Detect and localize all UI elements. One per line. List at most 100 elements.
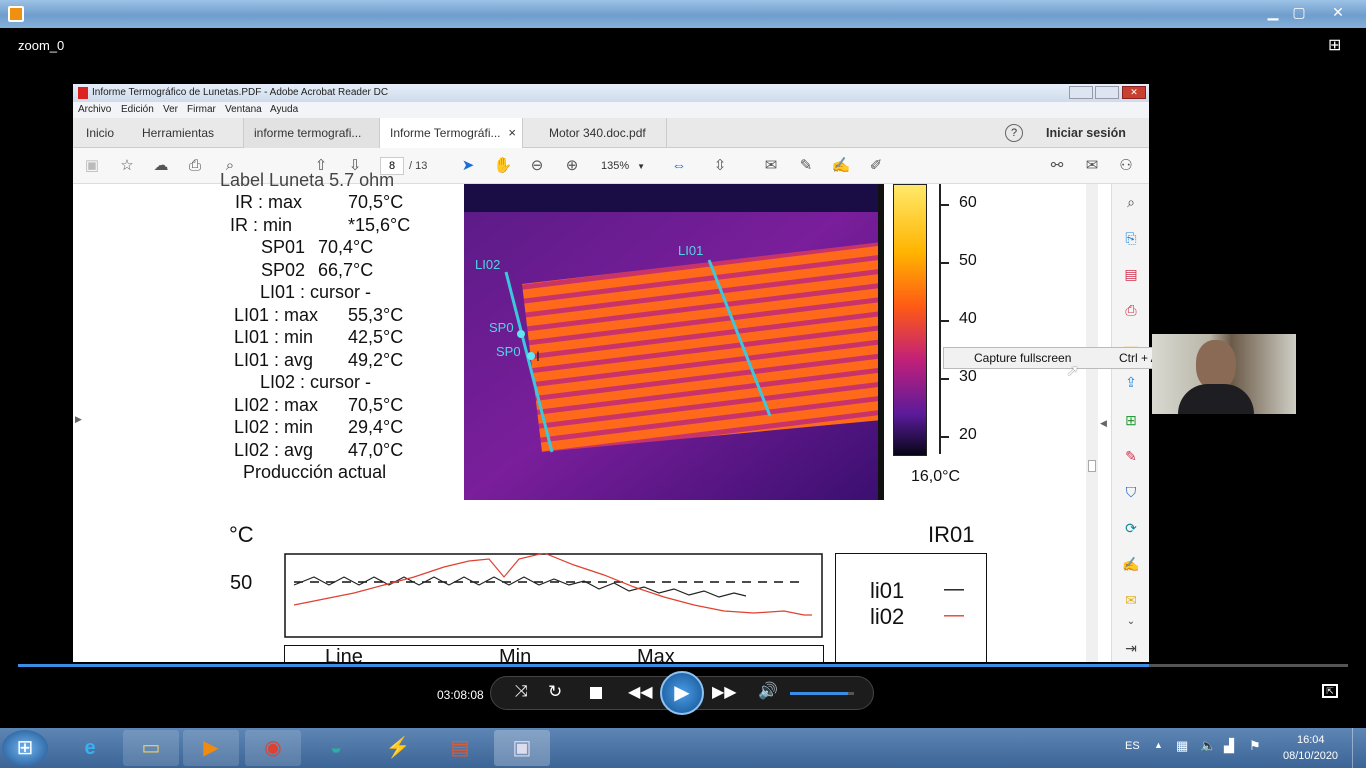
acrobat-window-title: Informe Termográfico de Lunetas.PDF - Ad…: [92, 87, 389, 98]
tray-flag-icon[interactable]: ⚑: [1249, 738, 1261, 754]
switch-to-library-icon[interactable]: ⇱: [1322, 684, 1338, 698]
measure-value: *15,6°C: [348, 214, 411, 235]
collapse-panel-icon[interactable]: ⇥: [1121, 638, 1141, 658]
measure-label: LI01 : cursor -: [260, 282, 372, 302]
tab-informe-1[interactable]: informe termografi...: [243, 118, 379, 148]
select-cursor-icon[interactable]: ➤: [458, 156, 478, 176]
vertical-scrollbar[interactable]: [1086, 184, 1098, 664]
taskbar-remote-desktop-icon[interactable]: ▣: [494, 730, 550, 766]
language-indicator[interactable]: ES: [1125, 740, 1140, 752]
acrobat-close-button[interactable]: ✕: [1122, 86, 1146, 99]
acrobat-restore-button[interactable]: [1095, 86, 1119, 99]
measure-label: SP01: [261, 237, 306, 257]
stop-icon[interactable]: [590, 687, 602, 699]
fullscreen-grid-icon[interactable]: ⊞: [1328, 38, 1348, 54]
tab-close-icon[interactable]: ×: [508, 118, 516, 148]
plot-unit: °C: [229, 522, 254, 547]
repeat-icon[interactable]: ↻: [548, 682, 562, 702]
fast-forward-icon[interactable]: ▶▶: [712, 682, 737, 702]
comment-side-icon[interactable]: ✉: [1121, 590, 1141, 610]
show-desktop-button[interactable]: [1352, 728, 1366, 768]
fill-sign-icon[interactable]: ✐: [866, 156, 886, 176]
taskbar-powerpoint-icon[interactable]: ▤: [432, 730, 488, 766]
rewind-icon[interactable]: ◀◀: [628, 682, 653, 702]
clock-date[interactable]: 08/10/2020: [1283, 750, 1338, 762]
play-button[interactable]: ▶: [660, 671, 704, 715]
start-button[interactable]: ⊞: [2, 730, 48, 766]
left-panel-toggle-icon[interactable]: ▶: [75, 414, 82, 425]
capture-fullscreen-item[interactable]: Capture fullscreen: [974, 348, 1071, 368]
menu-firmar[interactable]: Firmar: [187, 104, 216, 115]
menu-edicion[interactable]: Edición: [121, 104, 154, 115]
scrollbar-thumb[interactable]: [1088, 460, 1096, 472]
protect-shield-icon[interactable]: ⛉: [1121, 482, 1141, 502]
windows-taskbar: ⊞ e ▭ ▶ ◉ ◒ ⚡ ▤ ▣ ES ▲ ▦ 🔈 ▟ ⚑ 16:04 08/…: [0, 728, 1366, 768]
tab-motor[interactable]: Motor 340.doc.pdf: [539, 118, 667, 148]
upload-cloud-icon[interactable]: ☁: [151, 156, 171, 176]
highlight-pen-icon[interactable]: ✎: [796, 156, 816, 176]
tab-informe-active[interactable]: Informe Termográfi... ×: [379, 118, 523, 148]
legend-box: [835, 553, 987, 664]
share-user-icon[interactable]: ⚇: [1116, 156, 1136, 176]
export-icon[interactable]: ⇪: [1121, 372, 1141, 392]
menu-ventana[interactable]: Ventana: [225, 104, 262, 115]
tray-network-icon[interactable]: ▦: [1176, 738, 1188, 754]
tray-expand-icon[interactable]: ▲: [1154, 740, 1163, 750]
clock-time[interactable]: 16:04: [1297, 734, 1325, 746]
draw-icon[interactable]: ✍: [831, 156, 851, 176]
send-review-icon[interactable]: ⟳: [1121, 518, 1141, 538]
tab-herramientas[interactable]: Herramientas: [132, 118, 224, 148]
acrobat-menubar: Archivo Edición Ver Firmar Ventana Ayuda: [73, 102, 1149, 118]
create-pdf-icon[interactable]: ⎙: [1121, 300, 1141, 320]
measure-value: 66,7°C: [318, 259, 374, 280]
spot-marker-2: [527, 352, 535, 360]
sp01-label: SP0: [489, 320, 514, 335]
taskbar-ie-icon[interactable]: e: [62, 730, 118, 766]
zoom-select[interactable]: 135% ▼: [593, 157, 649, 175]
export-pdf-icon[interactable]: ⎘: [1121, 228, 1141, 248]
webcam-video-thumbnail[interactable]: [1152, 334, 1296, 414]
print-icon[interactable]: ⎙: [185, 156, 205, 176]
link-icon[interactable]: ⚯: [1047, 156, 1067, 176]
email-icon[interactable]: ✉: [1082, 156, 1102, 176]
star-icon[interactable]: ☆: [117, 156, 137, 176]
zoom-value: 135%: [601, 160, 630, 172]
menu-ayuda[interactable]: Ayuda: [270, 104, 298, 115]
zoom-search-icon[interactable]: ⌕: [1121, 192, 1141, 212]
taskbar-chrome-icon[interactable]: ◉: [245, 730, 301, 766]
help-icon[interactable]: ?: [1005, 124, 1023, 142]
menu-archivo[interactable]: Archivo: [78, 104, 111, 115]
maximize-button[interactable]: ▢: [1284, 2, 1314, 22]
close-button[interactable]: ✕: [1320, 2, 1356, 22]
taskbar-edge-icon[interactable]: ◒: [308, 730, 364, 766]
menu-ver[interactable]: Ver: [163, 104, 178, 115]
legend-li02-mark: —: [944, 604, 964, 626]
zoom-out-icon[interactable]: ⊖: [527, 156, 547, 176]
signin-button[interactable]: Iniciar sesión: [1036, 118, 1136, 148]
tray-volume-icon[interactable]: 🔈: [1200, 738, 1216, 754]
seek-bar[interactable]: [18, 664, 1348, 667]
acrobat-minimize-button[interactable]: [1069, 86, 1093, 99]
taskbar-explorer-icon[interactable]: ▭: [123, 730, 179, 766]
comment-icon[interactable]: ✉: [761, 156, 781, 176]
tab-inicio[interactable]: Inicio: [76, 118, 124, 148]
sign-pen-icon[interactable]: ✍: [1121, 554, 1141, 574]
taskbar-bolt-icon[interactable]: ⚡: [370, 730, 426, 766]
volume-icon[interactable]: 🔊: [758, 681, 778, 701]
shuffle-icon[interactable]: ⤨: [515, 683, 528, 701]
zoom-in-icon[interactable]: ⊕: [562, 156, 582, 176]
more-tools-icon[interactable]: ⌄: [1121, 612, 1141, 632]
scroll-mode-icon[interactable]: ⇳: [710, 156, 730, 176]
organize-pages-icon[interactable]: ▤: [1121, 264, 1141, 284]
volume-slider[interactable]: [790, 692, 854, 695]
fill-sign-side-icon[interactable]: ✎: [1121, 446, 1141, 466]
save-icon[interactable]: ▣: [82, 156, 102, 176]
right-panel-toggle-icon[interactable]: ◀: [1100, 418, 1107, 429]
scale-tick-mark: [939, 204, 949, 206]
fit-page-icon[interactable]: ⇔: [669, 156, 689, 176]
tray-signal-icon[interactable]: ▟: [1224, 738, 1234, 754]
acrobat-tabs: Inicio Herramientas informe termografi..…: [73, 118, 1149, 148]
hand-icon[interactable]: ✋: [493, 156, 513, 176]
compress-icon[interactable]: ⊞: [1121, 410, 1141, 430]
taskbar-mediaplayer-icon[interactable]: ▶: [183, 730, 239, 766]
